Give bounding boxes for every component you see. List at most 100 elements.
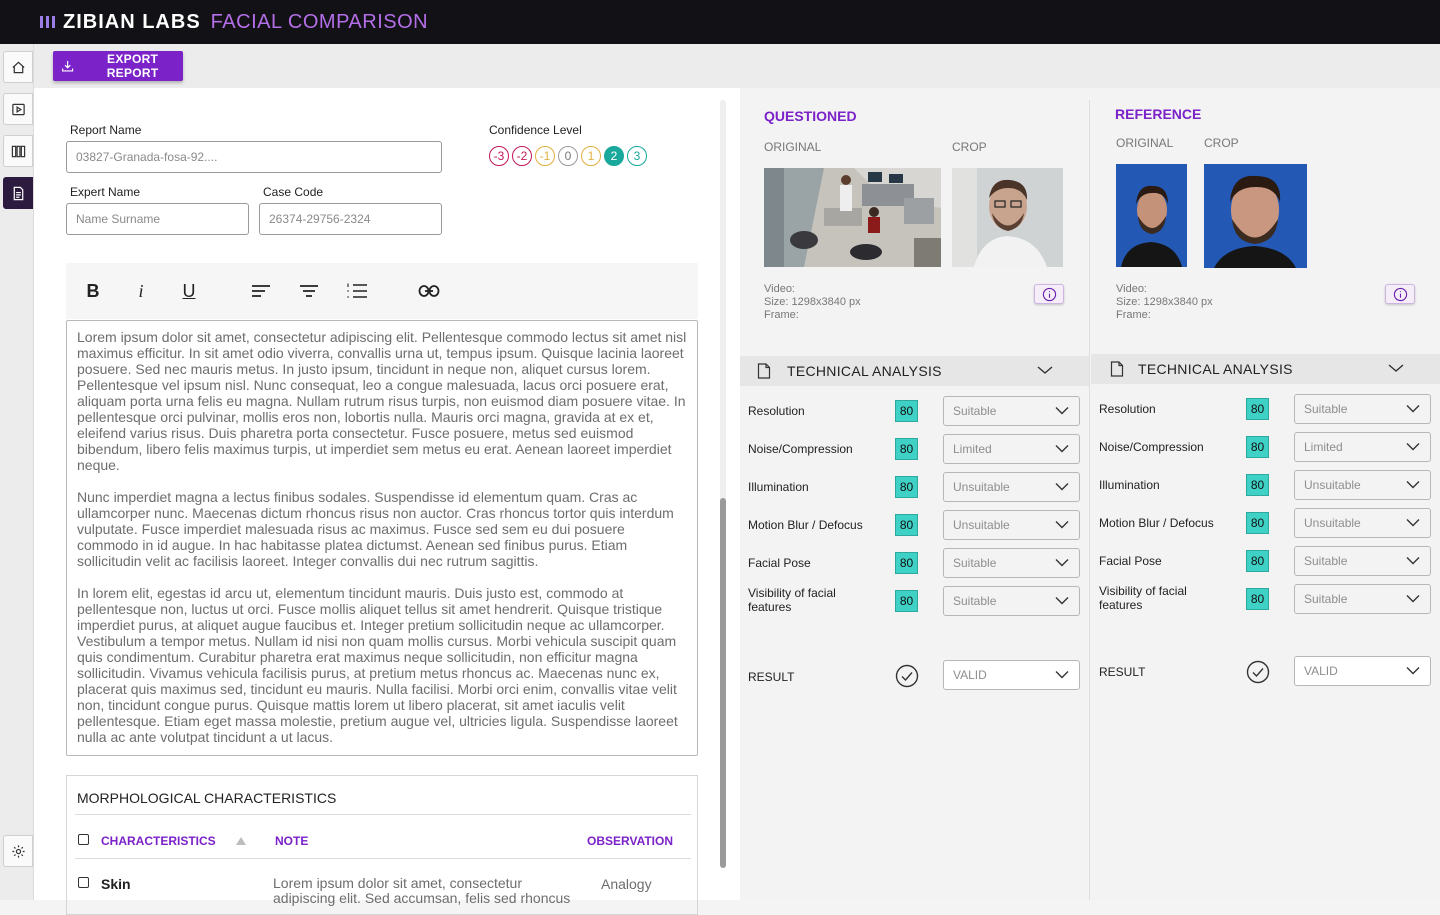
row-observation: Analogy (601, 876, 652, 892)
reference-analysis-label: Visibility of facial features (1099, 584, 1187, 612)
reference-analysis-dropdown[interactable]: Unsuitable (1294, 470, 1431, 500)
gear-icon (11, 844, 25, 858)
chevron-down-icon (1406, 481, 1420, 489)
sidebar-item-report[interactable] (3, 177, 33, 209)
reference-analysis-value: Suitable (1304, 554, 1348, 568)
questioned-analysis-value: Limited (953, 442, 992, 456)
questioned-analysis-label: Noise/Compression (748, 442, 853, 456)
questioned-analysis-value: Unsuitable (953, 480, 1010, 494)
column-header-characteristics[interactable]: CHARACTERISTICS (101, 834, 216, 848)
row-checkbox[interactable] (78, 877, 89, 888)
reference-original-image[interactable] (1116, 164, 1187, 267)
morphological-title: MORPHOLOGICAL CHARACTERISTICS (77, 790, 337, 806)
reference-result-label: RESULT (1099, 665, 1146, 679)
reference-analysis-dropdown[interactable]: Limited (1294, 432, 1431, 462)
sidebar-item-compare[interactable] (3, 135, 33, 167)
confidence-level-option[interactable]: -2 (512, 146, 532, 166)
reference-panel: REFERENCE ORIGINAL CROP Video: Size: 129… (1091, 88, 1440, 900)
editor-paragraph: Lorem ipsum dolor sit amet, consectetur … (77, 329, 687, 473)
reference-analysis-value: Unsuitable (1304, 478, 1361, 492)
sidebar-item-home[interactable] (3, 51, 33, 83)
chevron-down-icon (1055, 407, 1069, 415)
report-text-editor[interactable]: Lorem ipsum dolor sit amet, consectetur … (66, 320, 698, 756)
expert-name-input[interactable]: Name Surname (66, 203, 249, 235)
confidence-level-option[interactable]: 1 (581, 146, 601, 166)
questioned-crop-image[interactable] (952, 168, 1063, 267)
questioned-original-image[interactable] (764, 168, 941, 267)
chevron-down-icon (1055, 597, 1069, 605)
sidebar (0, 44, 34, 900)
reference-info-button[interactable] (1385, 284, 1415, 304)
reference-meta: Video: Size: 1298x3840 px Frame: (1116, 283, 1213, 322)
reference-analysis-score: 80 (1246, 588, 1269, 610)
scrollbar-thumb[interactable] (720, 498, 726, 868)
document-icon (13, 186, 23, 200)
align-left-icon[interactable] (249, 279, 273, 303)
link-icon[interactable] (417, 279, 441, 303)
export-report-button[interactable]: EXPORT REPORT (53, 51, 183, 81)
report-panel: Report Name 03827-Granada-fosa-92.... Co… (34, 88, 740, 915)
questioned-analysis-score: 80 (895, 590, 918, 612)
report-name-input[interactable]: 03827-Granada-fosa-92.... (66, 141, 442, 173)
document-icon (1110, 361, 1124, 377)
select-all-checkbox[interactable] (78, 834, 89, 845)
sidebar-item-video[interactable] (3, 93, 33, 125)
questioned-analysis-dropdown[interactable]: Limited (943, 434, 1080, 464)
confidence-level-selector: -3 -2 -1 0 1 2 3 (489, 146, 650, 166)
chevron-down-icon (1055, 559, 1069, 567)
ordered-list-icon[interactable] (345, 279, 369, 303)
sidebar-item-settings[interactable] (3, 835, 33, 867)
technical-analysis-header[interactable]: TECHNICAL ANALYSIS (740, 356, 1089, 386)
download-icon (62, 61, 74, 72)
italic-icon[interactable]: i (129, 279, 153, 303)
questioned-analysis-dropdown[interactable]: Unsuitable (943, 510, 1080, 540)
questioned-analysis-label: Visibility of facial features (748, 586, 836, 614)
confidence-level-option[interactable]: 0 (558, 146, 578, 166)
questioned-analysis-dropdown[interactable]: Unsuitable (943, 472, 1080, 502)
reference-result-value: VALID (1304, 664, 1338, 678)
confidence-level-option[interactable]: 3 (627, 146, 647, 166)
questioned-title: QUESTIONED (764, 108, 857, 124)
confidence-level-option[interactable]: 2 (604, 146, 624, 166)
questioned-meta: Video: Size: 1298x3840 px Frame: (764, 283, 861, 322)
technical-analysis-header[interactable]: TECHNICAL ANALYSIS (1091, 354, 1440, 384)
questioned-analysis-dropdown[interactable]: Suitable (943, 396, 1080, 426)
reference-analysis-value: Limited (1304, 440, 1343, 454)
info-icon (1393, 287, 1407, 301)
questioned-result-dropdown[interactable]: VALID (943, 660, 1080, 690)
questioned-analysis-dropdown[interactable]: Suitable (943, 548, 1080, 578)
align-center-icon[interactable] (297, 279, 321, 303)
sort-up-icon[interactable] (236, 837, 246, 845)
technical-analysis-title: TECHNICAL ANALYSIS (787, 363, 942, 379)
questioned-analysis-dropdown[interactable]: Suitable (943, 586, 1080, 616)
reference-analysis-score: 80 (1246, 398, 1269, 420)
reference-analysis-dropdown[interactable]: Suitable (1294, 584, 1431, 614)
questioned-meta-size: Size: 1298x3840 px (764, 296, 861, 308)
panel-divider (1089, 100, 1090, 900)
reference-analysis-dropdown[interactable]: Suitable (1294, 394, 1431, 424)
questioned-result-label: RESULT (748, 670, 795, 684)
questioned-meta-frame: Frame: (764, 309, 799, 321)
underline-icon[interactable]: U (177, 279, 201, 303)
editor-toolbar: B i U (66, 263, 698, 319)
reference-result-dropdown[interactable]: VALID (1294, 656, 1431, 686)
chevron-down-icon (1406, 443, 1420, 451)
questioned-analysis-score: 80 (895, 552, 918, 574)
product-name: FACIAL COMPARISON (210, 10, 429, 33)
reference-analysis-score: 80 (1246, 512, 1269, 534)
reference-crop-image[interactable] (1204, 164, 1307, 268)
reference-crop-label: CROP (1204, 136, 1239, 150)
questioned-analysis-value: Unsuitable (953, 518, 1010, 532)
reference-analysis-dropdown[interactable]: Unsuitable (1294, 508, 1431, 538)
questioned-info-button[interactable] (1034, 284, 1064, 304)
case-code-input[interactable]: 26374-29756-2324 (259, 203, 442, 235)
confidence-level-option[interactable]: -1 (535, 146, 555, 166)
questioned-analysis-label: Motion Blur / Defocus (748, 518, 863, 532)
morphological-characteristics-section: MORPHOLOGICAL CHARACTERISTICS CHARACTERI… (66, 775, 698, 915)
bold-icon[interactable]: B (81, 279, 105, 303)
confidence-level-option[interactable]: -3 (489, 146, 509, 166)
reference-title: REFERENCE (1115, 106, 1202, 122)
chevron-down-icon (1406, 405, 1420, 413)
chevron-down-icon (1406, 667, 1420, 675)
reference-analysis-dropdown[interactable]: Suitable (1294, 546, 1431, 576)
